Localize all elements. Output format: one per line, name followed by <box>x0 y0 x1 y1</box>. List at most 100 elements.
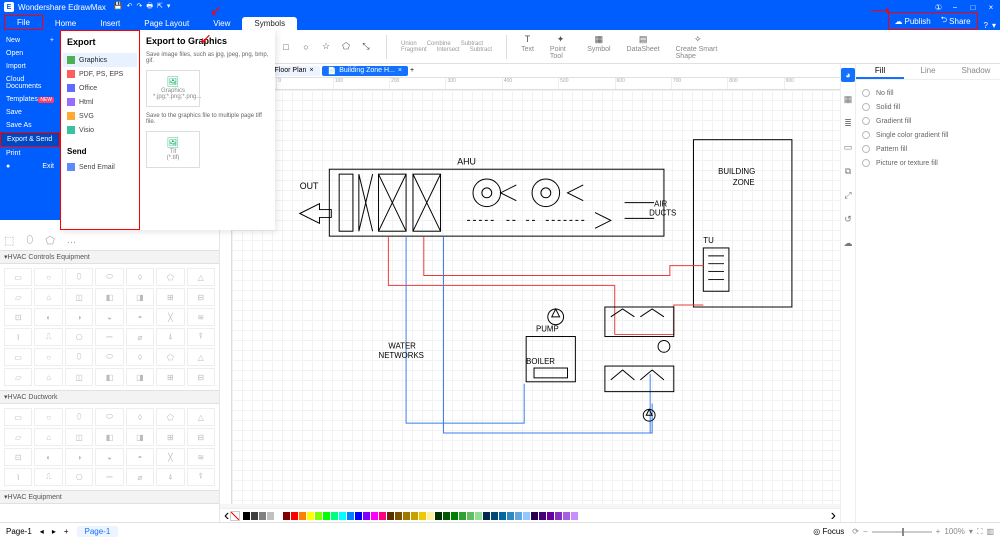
panels-icon[interactable]: ▥ <box>986 527 994 536</box>
lib-shape-cell[interactable]: ◊ <box>126 268 154 286</box>
color-swatch[interactable] <box>491 512 498 520</box>
color-swatch[interactable] <box>291 512 298 520</box>
lib-shape-cell[interactable]: ◧ <box>95 428 123 446</box>
zoom-slider[interactable] <box>872 531 932 533</box>
color-swatch[interactable] <box>395 512 402 520</box>
lib-shape-cell[interactable]: ⍒ <box>187 468 215 486</box>
lib-shape-cell[interactable]: ⬭ <box>95 408 123 426</box>
lib-shape-cell[interactable]: △ <box>187 348 215 366</box>
export-opt-pdf[interactable]: PDF, PS, EPS <box>63 67 137 81</box>
lib-shape-cell[interactable]: △ <box>187 408 215 426</box>
lib-shape-cell[interactable]: ⌇ <box>4 468 32 486</box>
color-swatch[interactable] <box>515 512 522 520</box>
lib-shape-cell[interactable]: ⊞ <box>156 428 184 446</box>
color-swatch[interactable] <box>451 512 458 520</box>
lib-shape-cell[interactable]: ⎓ <box>95 468 123 486</box>
lib-shape-cell[interactable]: ⌂ <box>34 288 62 306</box>
fill-opt-gradient[interactable]: Gradient fill <box>862 114 994 128</box>
window-close-button[interactable]: × <box>986 3 996 12</box>
lib-shape-cell[interactable]: ⬠ <box>156 348 184 366</box>
color-swatch[interactable] <box>339 512 346 520</box>
canvas[interactable]: OUT AHU AIR <box>232 90 840 504</box>
text-tool-icon[interactable]: T <box>521 33 533 45</box>
lib-shape-cell[interactable]: ○ <box>34 268 62 286</box>
op-intersect[interactable]: Intersect <box>437 47 460 53</box>
shape-edit-icon[interactable]: ⤡ <box>360 41 372 53</box>
qat-print-icon[interactable]: 🖶 <box>146 2 153 13</box>
prop-tab-line[interactable]: Line <box>904 64 952 79</box>
lib-shape-cell[interactable]: ⬠ <box>156 408 184 426</box>
color-swatch[interactable] <box>427 512 434 520</box>
rail-expand-icon[interactable]: ⤢ <box>841 188 855 202</box>
backstage-import[interactable]: Import <box>0 60 60 73</box>
shape-pentagon-icon[interactable]: ⬠ <box>340 41 352 53</box>
lib-shape-cell[interactable]: ⊟ <box>187 288 215 306</box>
lib-shape-cell[interactable]: ◧ <box>95 368 123 386</box>
color-swatch[interactable] <box>387 512 394 520</box>
color-swatch[interactable] <box>331 512 338 520</box>
datasheet-tool-icon[interactable]: ▤ <box>637 33 649 45</box>
lib-shape-cell[interactable]: ◊ <box>126 408 154 426</box>
lib-cat-hvac-ductwork[interactable]: ▾ HVAC Ductwork <box>0 390 219 404</box>
backstage-save[interactable]: Save <box>0 106 60 119</box>
color-swatch[interactable] <box>347 512 354 520</box>
color-swatch[interactable] <box>251 512 258 520</box>
lib-shape-cell[interactable]: ⊞ <box>156 288 184 306</box>
lib-shape-cell[interactable]: ◑ <box>65 308 93 326</box>
lib-shape-cell[interactable]: ⊟ <box>187 428 215 446</box>
close-icon[interactable]: × <box>309 67 313 74</box>
recent-shape-icon[interactable]: ⬯ <box>26 234 33 247</box>
share-button[interactable]: ⮌Share <box>937 13 975 29</box>
fit-width-icon[interactable]: ⟳ <box>852 527 859 536</box>
lib-shape-cell[interactable]: ⊡ <box>4 448 32 466</box>
fill-opt-single-gradient[interactable]: Single color gradient fill <box>862 128 994 142</box>
color-swatch[interactable] <box>435 512 442 520</box>
fill-opt-solid[interactable]: Solid fill <box>862 100 994 114</box>
lib-shape-cell[interactable]: ⎍ <box>34 468 62 486</box>
backstage-export-send[interactable]: Export & Send <box>0 132 60 147</box>
color-swatch[interactable] <box>283 512 290 520</box>
lib-shape-cell[interactable]: ⎓ <box>95 328 123 346</box>
qat-redo-icon[interactable]: ↷ <box>136 2 142 13</box>
lib-cat-hvac-controls[interactable]: ▾ HVAC Controls Equipment <box>0 250 219 264</box>
color-swatch[interactable] <box>259 512 266 520</box>
lib-shape-cell[interactable]: ⎔ <box>65 328 93 346</box>
lib-shape-cell[interactable]: ◫ <box>65 428 93 446</box>
lib-shape-cell[interactable]: ⬯ <box>65 348 93 366</box>
window-minimize-button[interactable]: − <box>950 3 960 12</box>
zoom-out-button[interactable]: − <box>863 527 868 536</box>
lib-shape-cell[interactable]: ▭ <box>4 268 32 286</box>
lib-shape-cell[interactable]: ⊟ <box>187 368 215 386</box>
color-swatch[interactable] <box>459 512 466 520</box>
publish-button[interactable]: ☁Publish <box>891 13 935 29</box>
add-page-button[interactable]: + <box>64 527 69 536</box>
lib-shape-cell[interactable]: ◐ <box>34 448 62 466</box>
lib-shape-cell[interactable]: ⬭ <box>95 348 123 366</box>
user-badge-icon[interactable]: ① <box>935 3 942 12</box>
export-graphics-card[interactable]: 🖼 Graphics *.jpg;*.png;*.png... <box>146 70 200 107</box>
lib-shape-cell[interactable]: ⬯ <box>65 268 93 286</box>
color-swatch[interactable] <box>523 512 530 520</box>
lib-shape-cell[interactable]: ⎔ <box>65 468 93 486</box>
lib-shape-cell[interactable]: ⬯ <box>65 408 93 426</box>
color-swatch[interactable] <box>275 512 282 520</box>
prop-tab-fill[interactable]: Fill <box>856 64 904 79</box>
qat-more-icon[interactable]: ▾ <box>167 2 171 13</box>
close-icon[interactable]: × <box>398 67 402 74</box>
lib-shape-cell[interactable]: ◐ <box>34 308 62 326</box>
fill-opt-picture[interactable]: Picture or texture fill <box>862 156 994 170</box>
rail-style-icon[interactable]: ◕ <box>841 68 855 82</box>
no-color-swatch[interactable] <box>230 511 240 521</box>
lib-shape-cell[interactable]: ◨ <box>126 368 154 386</box>
color-swatch[interactable] <box>379 512 386 520</box>
lib-shape-cell[interactable]: ╳ <box>156 448 184 466</box>
lib-shape-cell[interactable]: ≋ <box>187 308 215 326</box>
lib-shape-cell[interactable]: ⌂ <box>34 368 62 386</box>
page-tab[interactable]: Page-1 <box>77 526 119 537</box>
tab-page-layout[interactable]: Page Layout <box>132 17 201 30</box>
rail-layers-icon[interactable]: ≣ <box>841 116 855 130</box>
lib-shape-cell[interactable]: ◫ <box>65 368 93 386</box>
lib-shape-cell[interactable]: ⌀ <box>126 328 154 346</box>
lib-shape-cell[interactable]: ◓ <box>126 448 154 466</box>
tab-home[interactable]: Home <box>43 17 88 30</box>
